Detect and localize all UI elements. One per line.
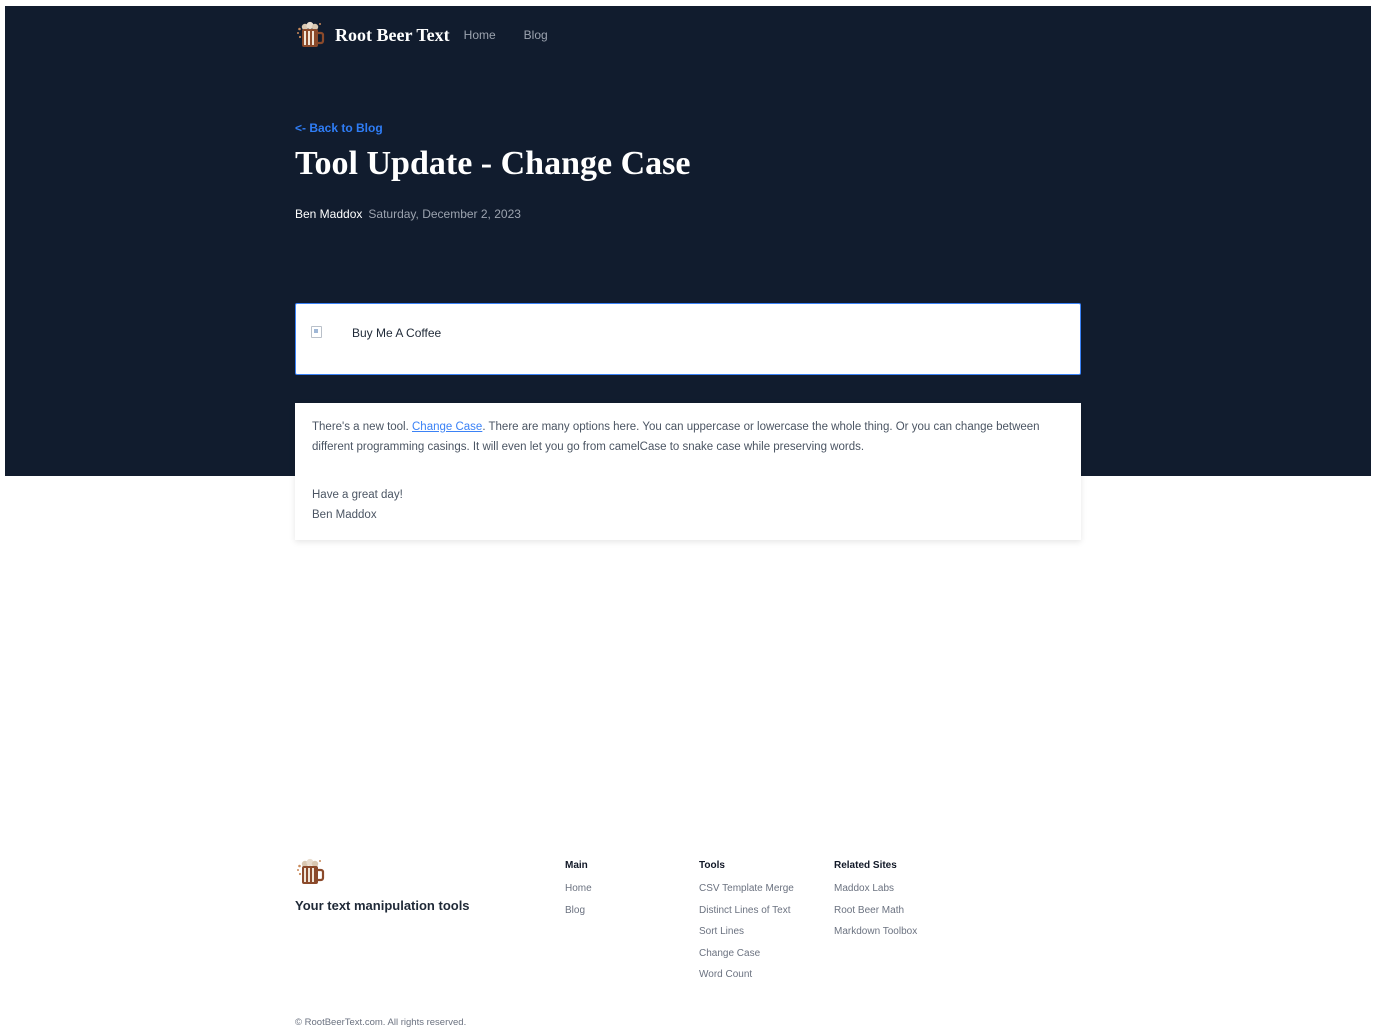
footer-column-related-sites: Related Sites Maddox Labs Root Beer Math… bbox=[834, 859, 917, 943]
footer-link-maddox-labs[interactable]: Maddox Labs bbox=[834, 878, 917, 900]
footer-heading: Tools bbox=[699, 860, 725, 871]
post-body-card: There's a new tool. Change Case. There a… bbox=[295, 403, 1081, 540]
post-date: Saturday, December 2, 2023 bbox=[368, 207, 521, 221]
nav-link-blog[interactable]: Blog bbox=[524, 28, 548, 42]
footer-link-home[interactable]: Home bbox=[565, 878, 592, 900]
nav-link-home[interactable]: Home bbox=[464, 28, 496, 42]
paragraph-text-before: There's a new tool. bbox=[312, 421, 412, 433]
brand-name[interactable]: Root Beer Text bbox=[335, 25, 450, 46]
coffee-image-alt-text: Buy Me A Coffee bbox=[352, 326, 442, 340]
root-beer-mug-icon[interactable] bbox=[295, 20, 325, 50]
post-title: Tool Update - Change Case bbox=[295, 145, 691, 182]
footer-link-markdown-toolbox[interactable]: Markdown Toolbox bbox=[834, 921, 917, 943]
footer-root-beer-mug-icon[interactable] bbox=[295, 857, 325, 887]
back-to-blog-link[interactable]: <- Back to Blog bbox=[295, 121, 1081, 135]
footer-tagline: Your text manipulation tools bbox=[295, 898, 470, 913]
footer-column-tools: Tools CSV Template Merge Distinct Lines … bbox=[699, 859, 794, 986]
post-paragraph: There's a new tool. Change Case. There a… bbox=[312, 417, 1064, 457]
footer-heading: Main bbox=[565, 860, 588, 871]
footer-link-word-count[interactable]: Word Count bbox=[699, 964, 794, 986]
footer-link-root-beer-math[interactable]: Root Beer Math bbox=[834, 900, 917, 922]
change-case-link[interactable]: Change Case bbox=[412, 421, 482, 433]
footer-copyright: © RootBeerText.com. All rights reserved. bbox=[295, 1017, 467, 1028]
footer-link-distinct-lines[interactable]: Distinct Lines of Text bbox=[699, 900, 794, 922]
post-signoff: Have a great day! bbox=[312, 489, 403, 501]
top-nav: Root Beer Text Home Blog bbox=[295, 20, 1081, 50]
broken-image-icon bbox=[311, 326, 322, 338]
footer-heading: Related Sites bbox=[834, 860, 897, 871]
footer-link-change-case[interactable]: Change Case bbox=[699, 943, 794, 965]
footer-column-main: Main Home Blog bbox=[565, 859, 592, 921]
post-meta: Ben Maddox Saturday, December 2, 2023 bbox=[295, 207, 1081, 221]
buy-me-a-coffee-button[interactable]: Buy Me A Coffee bbox=[295, 303, 1081, 375]
footer-link-blog[interactable]: Blog bbox=[565, 900, 592, 922]
post-signature: Ben Maddox bbox=[312, 509, 377, 521]
footer-link-sort-lines[interactable]: Sort Lines bbox=[699, 921, 794, 943]
footer-link-csv-template-merge[interactable]: CSV Template Merge bbox=[699, 878, 794, 900]
post-author: Ben Maddox bbox=[295, 207, 363, 221]
